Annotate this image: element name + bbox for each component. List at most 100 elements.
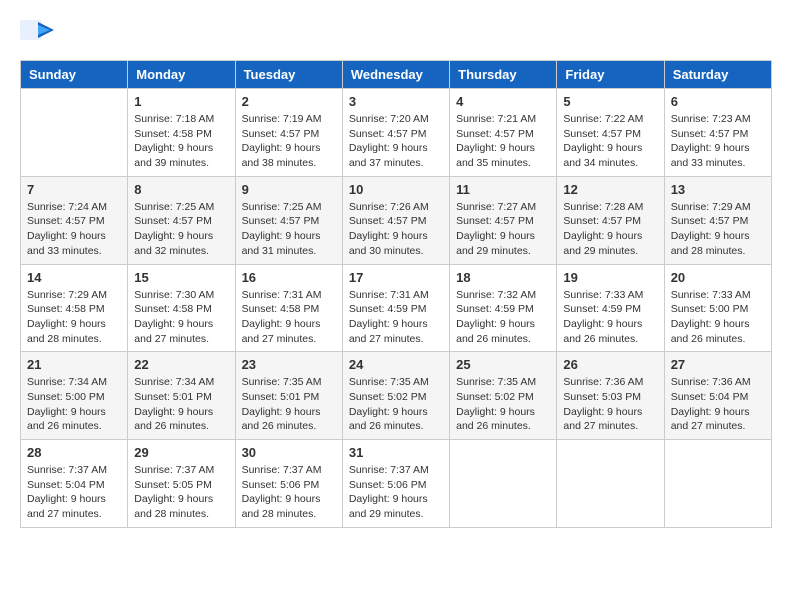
calendar-cell: 15 Sunrise: 7:30 AMSunset: 4:58 PMDayligh…: [128, 264, 235, 352]
day-info: Sunrise: 7:31 AMSunset: 4:59 PMDaylight:…: [349, 288, 443, 347]
day-info: Sunrise: 7:22 AMSunset: 4:57 PMDaylight:…: [563, 112, 657, 171]
day-info: Sunrise: 7:24 AMSunset: 4:57 PMDaylight:…: [27, 200, 121, 259]
calendar-week-row: 7 Sunrise: 7:24 AMSunset: 4:57 PMDaylight…: [21, 176, 772, 264]
day-info: Sunrise: 7:33 AMSunset: 4:59 PMDaylight:…: [563, 288, 657, 347]
day-number: 5: [563, 94, 657, 109]
day-number: 1: [134, 94, 228, 109]
day-info: Sunrise: 7:34 AMSunset: 5:00 PMDaylight:…: [27, 375, 121, 434]
day-number: 17: [349, 270, 443, 285]
calendar-cell: 7 Sunrise: 7:24 AMSunset: 4:57 PMDaylight…: [21, 176, 128, 264]
calendar-cell: 26 Sunrise: 7:36 AMSunset: 5:03 PMDayligh…: [557, 352, 664, 440]
day-header-saturday: Saturday: [664, 61, 771, 89]
day-info: Sunrise: 7:36 AMSunset: 5:03 PMDaylight:…: [563, 375, 657, 434]
calendar-cell: 27 Sunrise: 7:36 AMSunset: 5:04 PMDayligh…: [664, 352, 771, 440]
logo-icon: [20, 20, 56, 50]
calendar-cell: 23Sunrise: 7:35 AMSunset: 5:01 PMDayligh…: [235, 352, 342, 440]
day-header-monday: Monday: [128, 61, 235, 89]
day-number: 16: [242, 270, 336, 285]
day-number: 24: [349, 357, 443, 372]
day-number: 2: [242, 94, 336, 109]
day-number: 23: [242, 357, 336, 372]
day-header-thursday: Thursday: [450, 61, 557, 89]
day-number: 31: [349, 445, 443, 460]
day-info: Sunrise: 7:32 AMSunset: 4:59 PMDaylight:…: [456, 288, 550, 347]
calendar-cell: 30 Sunrise: 7:37 AMSunset: 5:06 PMDayligh…: [235, 440, 342, 528]
day-info: Sunrise: 7:34 AMSunset: 5:01 PMDaylight:…: [134, 375, 228, 434]
calendar-cell: 29 Sunrise: 7:37 AMSunset: 5:05 PMDayligh…: [128, 440, 235, 528]
calendar-cell: 20 Sunrise: 7:33 AMSunset: 5:00 PMDayligh…: [664, 264, 771, 352]
day-header-wednesday: Wednesday: [342, 61, 449, 89]
calendar-week-row: 14 Sunrise: 7:29 AMSunset: 4:58 PMDayligh…: [21, 264, 772, 352]
day-info: Sunrise: 7:35 AMSunset: 5:02 PMDaylight:…: [456, 375, 550, 434]
calendar-cell: 16 Sunrise: 7:31 AMSunset: 4:58 PMDayligh…: [235, 264, 342, 352]
calendar-cell: 22 Sunrise: 7:34 AMSunset: 5:01 PMDayligh…: [128, 352, 235, 440]
day-number: 4: [456, 94, 550, 109]
day-info: Sunrise: 7:27 AMSunset: 4:57 PMDaylight:…: [456, 200, 550, 259]
calendar-cell: 21 Sunrise: 7:34 AMSunset: 5:00 PMDayligh…: [21, 352, 128, 440]
calendar-week-row: 1Sunrise: 7:18 AMSunset: 4:58 PMDaylight…: [21, 89, 772, 177]
day-number: 11: [456, 182, 550, 197]
calendar-cell: 2 Sunrise: 7:19 AMSunset: 4:57 PMDaylight…: [235, 89, 342, 177]
day-info: Sunrise: 7:37 AMSunset: 5:05 PMDaylight:…: [134, 463, 228, 522]
day-number: 22: [134, 357, 228, 372]
calendar-cell: 17 Sunrise: 7:31 AMSunset: 4:59 PMDayligh…: [342, 264, 449, 352]
calendar-cell: 3 Sunrise: 7:20 AMSunset: 4:57 PMDaylight…: [342, 89, 449, 177]
calendar-cell: 18 Sunrise: 7:32 AMSunset: 4:59 PMDayligh…: [450, 264, 557, 352]
day-info: Sunrise: 7:30 AMSunset: 4:58 PMDaylight:…: [134, 288, 228, 347]
day-number: 20: [671, 270, 765, 285]
calendar-cell: 19 Sunrise: 7:33 AMSunset: 4:59 PMDayligh…: [557, 264, 664, 352]
day-header-sunday: Sunday: [21, 61, 128, 89]
page-header: [20, 20, 772, 50]
day-info: Sunrise: 7:20 AMSunset: 4:57 PMDaylight:…: [349, 112, 443, 171]
day-info: Sunrise: 7:25 AMSunset: 4:57 PMDaylight:…: [134, 200, 228, 259]
day-info: Sunrise: 7:25 AMSunset: 4:57 PMDaylight:…: [242, 200, 336, 259]
calendar-cell: 8 Sunrise: 7:25 AMSunset: 4:57 PMDaylight…: [128, 176, 235, 264]
calendar-cell: [557, 440, 664, 528]
day-number: 6: [671, 94, 765, 109]
day-info: Sunrise: 7:28 AMSunset: 4:57 PMDaylight:…: [563, 200, 657, 259]
day-info: Sunrise: 7:29 AMSunset: 4:58 PMDaylight:…: [27, 288, 121, 347]
day-info: Sunrise: 7:23 AMSunset: 4:57 PMDaylight:…: [671, 112, 765, 171]
day-number: 8: [134, 182, 228, 197]
calendar-cell: 14 Sunrise: 7:29 AMSunset: 4:58 PMDayligh…: [21, 264, 128, 352]
day-info: Sunrise: 7:36 AMSunset: 5:04 PMDaylight:…: [671, 375, 765, 434]
day-info: Sunrise: 7:37 AMSunset: 5:06 PMDaylight:…: [242, 463, 336, 522]
day-number: 10: [349, 182, 443, 197]
day-info: Sunrise: 7:26 AMSunset: 4:57 PMDaylight:…: [349, 200, 443, 259]
calendar-header-row: SundayMondayTuesdayWednesdayThursdayFrid…: [21, 61, 772, 89]
calendar-cell: 12 Sunrise: 7:28 AMSunset: 4:57 PMDayligh…: [557, 176, 664, 264]
day-number: 25: [456, 357, 550, 372]
day-number: 15: [134, 270, 228, 285]
calendar-cell: 6 Sunrise: 7:23 AMSunset: 4:57 PMDaylight…: [664, 89, 771, 177]
day-info: Sunrise: 7:19 AMSunset: 4:57 PMDaylight:…: [242, 112, 336, 171]
calendar-cell: 25 Sunrise: 7:35 AMSunset: 5:02 PMDayligh…: [450, 352, 557, 440]
day-number: 27: [671, 357, 765, 372]
day-number: 30: [242, 445, 336, 460]
day-info: Sunrise: 7:35 AMSunset: 5:02 PMDaylight:…: [349, 375, 443, 434]
day-number: 7: [27, 182, 121, 197]
calendar-cell: 28 Sunrise: 7:37 AMSunset: 5:04 PMDayligh…: [21, 440, 128, 528]
day-number: 19: [563, 270, 657, 285]
day-number: 14: [27, 270, 121, 285]
day-header-tuesday: Tuesday: [235, 61, 342, 89]
day-number: 18: [456, 270, 550, 285]
calendar-cell: [664, 440, 771, 528]
calendar-table: SundayMondayTuesdayWednesdayThursdayFrid…: [20, 60, 772, 528]
day-info: Sunrise: 7:31 AMSunset: 4:58 PMDaylight:…: [242, 288, 336, 347]
day-info: Sunrise: 7:37 AMSunset: 5:04 PMDaylight:…: [27, 463, 121, 522]
day-number: 3: [349, 94, 443, 109]
day-info: Sunrise: 7:33 AMSunset: 5:00 PMDaylight:…: [671, 288, 765, 347]
day-number: 21: [27, 357, 121, 372]
calendar-cell: 13Sunrise: 7:29 AMSunset: 4:57 PMDayligh…: [664, 176, 771, 264]
day-number: 28: [27, 445, 121, 460]
calendar-week-row: 21 Sunrise: 7:34 AMSunset: 5:00 PMDayligh…: [21, 352, 772, 440]
day-number: 29: [134, 445, 228, 460]
calendar-cell: [21, 89, 128, 177]
calendar-cell: 9 Sunrise: 7:25 AMSunset: 4:57 PMDaylight…: [235, 176, 342, 264]
day-info: Sunrise: 7:29 AMSunset: 4:57 PMDaylight:…: [671, 200, 765, 259]
day-number: 9: [242, 182, 336, 197]
day-number: 12: [563, 182, 657, 197]
day-number: 26: [563, 357, 657, 372]
calendar-cell: 10 Sunrise: 7:26 AMSunset: 4:57 PMDayligh…: [342, 176, 449, 264]
calendar-cell: 11 Sunrise: 7:27 AMSunset: 4:57 PMDayligh…: [450, 176, 557, 264]
